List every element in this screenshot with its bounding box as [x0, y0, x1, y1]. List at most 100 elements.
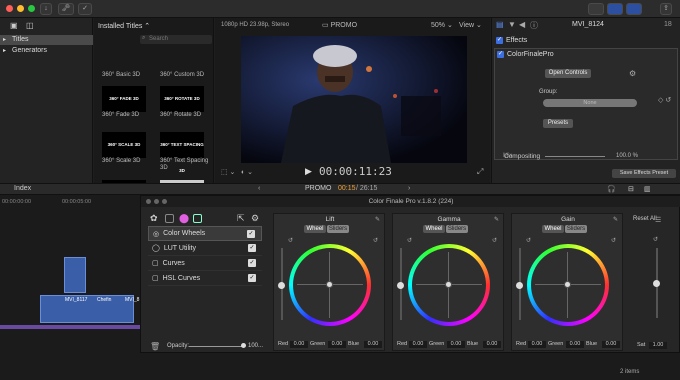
enhance-icon[interactable]: ◐ ⌄ — [241, 168, 253, 176]
snapping-icon[interactable]: ▥ — [644, 185, 651, 193]
minimize-window-button[interactable] — [17, 5, 24, 12]
keywords-button[interactable]: 🗝 — [58, 3, 74, 15]
group-select[interactable]: None — [543, 99, 637, 107]
gain-color-wheel[interactable] — [527, 244, 609, 326]
layout-libraries-button[interactable] — [588, 3, 604, 15]
audio-track[interactable] — [0, 325, 140, 329]
wheel-mode-tab[interactable]: Wheel — [304, 225, 326, 233]
trash-icon[interactable]: 🗑 — [150, 342, 160, 351]
red-value[interactable]: 0.00 — [528, 341, 546, 348]
minimize-window-button[interactable] — [154, 199, 159, 204]
hsl-tool-icon[interactable]: ⬤ — [179, 213, 189, 224]
plugin-checkbox[interactable]: ✓ — [497, 51, 504, 58]
wheel-puck[interactable] — [564, 281, 571, 288]
title-item[interactable]: 360° TEXT SPACING 3D 360° Text Spacing 3… — [160, 132, 216, 173]
reset-icon[interactable]: ↺ — [373, 237, 378, 244]
title-item[interactable]: 360° Custom 3D — [160, 46, 216, 79]
sliders-mode-tab[interactable]: Sliders — [446, 225, 468, 233]
layer-hsl-curves[interactable]: ▢ HSL Curves ✓ — [148, 271, 262, 286]
timeline-clip[interactable] — [64, 257, 86, 293]
layer-enabled-checkbox[interactable]: ✓ — [247, 230, 255, 238]
zoom-window-button[interactable] — [28, 5, 35, 12]
close-window-button[interactable] — [6, 5, 13, 12]
titles-icon[interactable]: ◫ — [26, 21, 34, 30]
wheel-mode-tab[interactable]: Wheel — [423, 225, 445, 233]
browser-header[interactable]: Installed Titles ⌃ — [98, 22, 150, 30]
blue-value[interactable]: 0.00 — [483, 341, 501, 348]
wheel-mode-tab[interactable]: Wheel — [542, 225, 564, 233]
photos-icon[interactable]: ▣ — [10, 21, 18, 30]
sidebar-item-titles[interactable]: ▸ Titles — [0, 35, 93, 45]
open-controls-button[interactable]: Open Controls — [545, 69, 591, 78]
zoom-menu[interactable]: 50% ⌄ — [431, 21, 453, 29]
gamma-color-wheel[interactable] — [408, 244, 490, 326]
timeline-clip-storyline[interactable]: MVI_8117 Chefin MVI_8 — [40, 295, 139, 323]
gear-icon[interactable]: ⚙ — [629, 69, 636, 78]
curves-tool-icon[interactable] — [165, 214, 174, 223]
effects-checkbox[interactable]: ✓ — [496, 37, 503, 44]
speaker-icon[interactable]: ◀ — [519, 20, 525, 29]
reset-icon[interactable]: ↺ — [611, 237, 616, 244]
wheel-puck[interactable] — [326, 281, 333, 288]
transform-icon[interactable]: ⬚ ⌄ — [221, 168, 235, 176]
layer-color-wheels[interactable]: ◎ Color Wheels ✓ — [148, 226, 262, 241]
layer-enabled-checkbox[interactable]: ✓ — [248, 244, 256, 252]
mix-slider[interactable] — [545, 156, 605, 157]
sliders-mode-tab[interactable]: Sliders — [565, 225, 587, 233]
skimming-icon[interactable]: ⊟ — [628, 185, 634, 193]
sliders-mode-tab[interactable]: Sliders — [327, 225, 349, 233]
settings-icon[interactable]: ⚙ — [251, 213, 259, 224]
view-menu[interactable]: View ⌄ — [459, 21, 482, 29]
palette-icon[interactable]: ✿ — [150, 213, 158, 224]
reset-all-button[interactable]: Reset All — [633, 216, 657, 222]
forward-arrow-icon[interactable]: › — [408, 185, 410, 192]
disclosure-icon[interactable]: ▸ — [3, 46, 6, 56]
layer-enabled-checkbox[interactable]: ✓ — [248, 259, 256, 267]
red-value[interactable]: 0.00 — [290, 341, 308, 348]
sidebar-item-generators[interactable]: ▸ Generators — [0, 46, 93, 56]
lift-color-wheel[interactable] — [289, 244, 371, 326]
green-value[interactable]: 0.00 — [566, 341, 584, 348]
reset-icon[interactable]: ↺ — [407, 237, 412, 244]
reset-icon[interactable]: ↺ — [288, 237, 293, 244]
title-item[interactable]: 360° SCALE 3D 360° Scale 3D — [102, 132, 158, 165]
keyframe-icon[interactable]: ◇ ↺ — [658, 96, 671, 104]
share-icon[interactable]: ⇪ — [660, 3, 672, 15]
luma-slider[interactable] — [516, 248, 523, 320]
info-icon[interactable]: ⓘ — [530, 20, 538, 31]
title-item[interactable]: 360° ROTATE 3D 360° Rotate 3D — [160, 86, 216, 119]
import-button[interactable]: ↓ — [40, 3, 52, 15]
close-window-button[interactable] — [146, 199, 151, 204]
layout-timeline-button[interactable] — [607, 3, 623, 15]
zoom-window-button[interactable] — [162, 199, 167, 204]
sat-value[interactable]: 1.00 — [649, 342, 667, 349]
green-value[interactable]: 0.00 — [328, 341, 346, 348]
eyedropper-icon[interactable]: ✎ — [494, 216, 499, 223]
title-item[interactable]: 360° FADE 3D 360° Fade 3D — [102, 86, 158, 119]
audio-icon[interactable]: 🎧 — [607, 185, 616, 193]
eyedropper-icon[interactable]: ✎ — [613, 216, 618, 223]
eyedropper-icon[interactable]: ✎ — [375, 216, 380, 223]
play-button[interactable]: ▶ — [305, 166, 312, 177]
opacity-slider-knob[interactable] — [241, 343, 246, 348]
back-arrow-icon[interactable]: ‹ — [258, 185, 260, 192]
wheel-puck[interactable] — [445, 281, 452, 288]
reset-icon[interactable]: ↺ — [653, 236, 658, 243]
blue-value[interactable]: 0.00 — [602, 341, 620, 348]
opacity-slider[interactable] — [189, 346, 244, 347]
luma-slider[interactable] — [278, 248, 285, 320]
layer-curves[interactable]: ▢ Curves ✓ — [148, 256, 262, 271]
reset-icon[interactable]: ↺ — [526, 237, 531, 244]
index-button[interactable]: Index — [14, 185, 31, 192]
export-icon[interactable]: ⇱ — [237, 213, 245, 224]
layout-inspector-button[interactable] — [626, 3, 642, 15]
disclosure-icon[interactable]: ▸ — [3, 35, 6, 45]
layer-enabled-checkbox[interactable]: ✓ — [248, 274, 256, 282]
lut-tool-icon[interactable] — [193, 214, 202, 223]
saturation-slider[interactable] — [653, 248, 660, 318]
filter-icon[interactable]: ▼ — [508, 20, 516, 29]
presets-button[interactable]: Presets — [543, 119, 573, 128]
luma-slider[interactable] — [397, 248, 404, 320]
video-inspector-icon[interactable]: ▤ — [496, 20, 504, 29]
fullscreen-icon[interactable]: ⤢ — [477, 167, 483, 177]
